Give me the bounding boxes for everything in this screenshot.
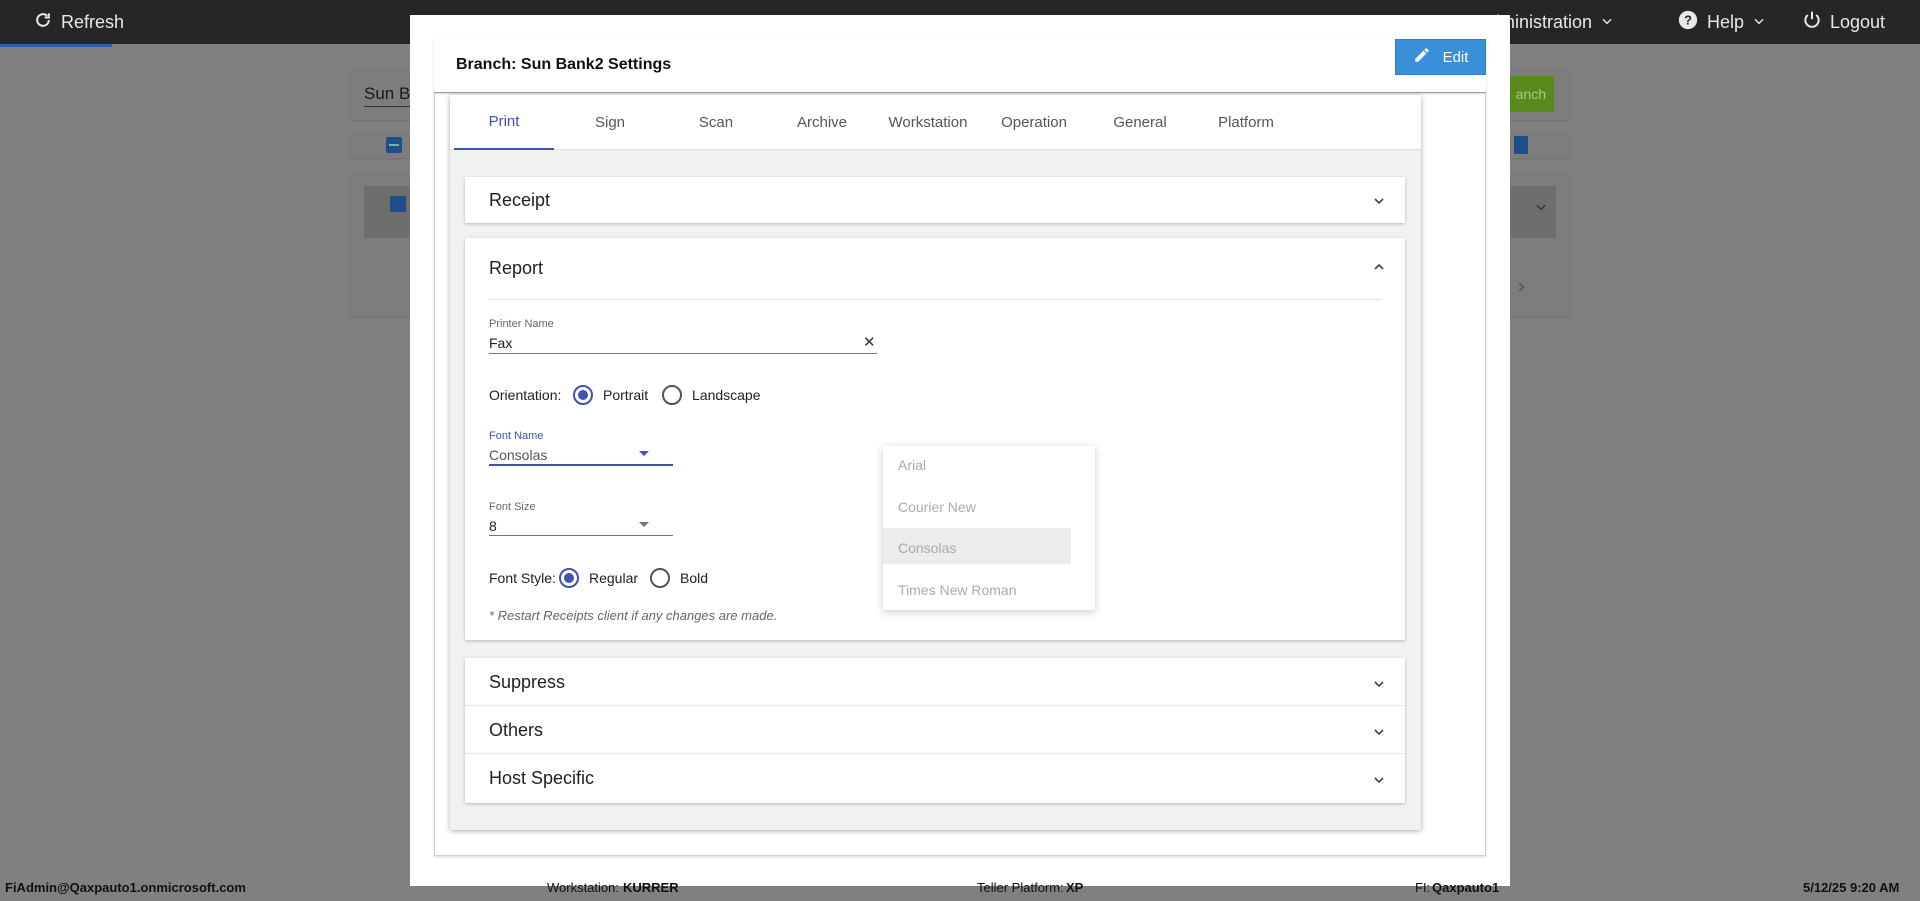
refresh-button[interactable]: Refresh — [33, 0, 124, 44]
host-specific-panel-title: Host Specific — [489, 768, 595, 788]
tab-sign[interactable]: Sign — [560, 95, 660, 150]
edit-button[interactable]: Edit — [1395, 39, 1486, 75]
font-name-options-menu: Arial Courier New Consolas Times New Rom… — [883, 446, 1095, 610]
tab-general[interactable]: General — [1090, 95, 1190, 150]
printer-name-input[interactable]: Fax — [489, 335, 512, 351]
report-panel-title: Report — [489, 258, 544, 278]
font-option-times-new-roman[interactable]: Times New Roman — [898, 582, 1017, 598]
workstation-value: KURRER — [623, 880, 679, 895]
orientation-label: Orientation: — [489, 387, 562, 403]
help-menu[interactable]: ? Help — [1677, 0, 1766, 44]
font-name-label: Font Name — [489, 430, 544, 442]
fi-value: Qaxpauto1 — [1432, 880, 1500, 895]
svg-text:?: ? — [1684, 12, 1692, 27]
portrait-label: Portrait — [603, 387, 649, 403]
dropdown-arrow-icon[interactable] — [639, 451, 649, 456]
tab-platform[interactable]: Platform — [1196, 95, 1296, 150]
dialog-title: Branch: Sun Bank2 Settings — [456, 56, 672, 73]
clear-icon[interactable]: ✕ — [863, 333, 876, 351]
regular-label: Regular — [589, 570, 639, 586]
font-option-arial[interactable]: Arial — [898, 457, 926, 473]
others-panel-header[interactable]: Others — [465, 706, 1405, 754]
power-icon — [1802, 10, 1822, 35]
font-size-label: Font Size — [489, 501, 536, 513]
chevron-down-icon — [1534, 200, 1548, 219]
tab-sign-label: Sign — [594, 114, 626, 131]
tab-scan-label: Scan — [698, 114, 734, 131]
tab-general-label: General — [1113, 114, 1167, 131]
tab-platform-label: Platform — [1218, 114, 1274, 131]
refresh-icon — [33, 10, 53, 35]
suppress-panel-title: Suppress — [489, 672, 566, 692]
font-option-courier-new[interactable]: Courier New — [898, 499, 976, 515]
loading-progress-bar — [0, 44, 112, 47]
logout-button[interactable]: Logout — [1802, 0, 1885, 44]
chevron-down-icon — [1371, 772, 1387, 788]
collapsed-panels-group: Suppress Others Host Specific — [465, 658, 1405, 803]
landscape-label: Landscape — [692, 387, 761, 403]
teller-platform-value: XP — [1066, 880, 1084, 895]
font-size-underline — [489, 535, 673, 536]
chevron-right-icon — [1514, 280, 1528, 299]
host-specific-panel-header[interactable]: Host Specific — [465, 754, 1405, 803]
bold-label: Bold — [680, 570, 709, 586]
restart-note: * Restart Receipts client if any changes… — [489, 608, 778, 623]
tab-operation[interactable]: Operation — [984, 95, 1084, 150]
help-icon: ? — [1677, 9, 1699, 36]
teller-platform-label: Teller Platform: — [977, 880, 1064, 895]
portrait-radio[interactable] — [573, 385, 593, 405]
tab-workstation[interactable]: Workstation — [878, 95, 978, 150]
tab-archive-label: Archive — [796, 114, 848, 131]
tab-workstation-label: Workstation — [888, 114, 968, 131]
fi-label: FI: — [1415, 880, 1431, 895]
chevron-up-icon — [1371, 259, 1387, 275]
tab-print[interactable]: Print — [454, 95, 554, 150]
refresh-label: Refresh — [61, 11, 125, 32]
receipt-panel-header[interactable]: Receipt — [465, 177, 1405, 223]
font-style-label: Font Style: — [489, 570, 556, 586]
logout-label: Logout — [1830, 11, 1886, 32]
tab-print-label: Print — [488, 113, 520, 130]
workstation-label: Workstation: — [547, 880, 620, 895]
landscape-radio[interactable] — [662, 385, 682, 405]
chevron-down-icon — [1752, 12, 1766, 33]
receipt-panel-title: Receipt — [489, 190, 551, 210]
chevron-down-icon — [1371, 676, 1387, 692]
status-bar: FiAdmin@Qaxpauto1.onmicrosoft.com Workst… — [0, 876, 1920, 901]
font-name-select[interactable]: Consolas — [489, 447, 547, 463]
font-option-consolas[interactable]: Consolas — [898, 540, 956, 556]
background-checked-checkbox — [390, 196, 406, 212]
font-size-select[interactable]: 8 — [489, 518, 497, 534]
bold-radio[interactable] — [650, 568, 670, 588]
tab-archive[interactable]: Archive — [772, 95, 872, 150]
printer-name-label: Printer Name — [489, 318, 554, 330]
pencil-icon — [1413, 46, 1431, 68]
background-minus-checkbox — [386, 137, 402, 153]
dialog-header: Branch: Sun Bank2 Settings Edit — [434, 36, 1486, 93]
help-label: Help — [1707, 11, 1745, 32]
settings-tabs: Print Sign Scan Archive Workstation Oper… — [450, 95, 1421, 150]
others-panel-title: Others — [489, 720, 544, 740]
regular-radio[interactable] — [559, 568, 579, 588]
tab-scan[interactable]: Scan — [666, 95, 766, 150]
report-panel-divider — [489, 299, 1381, 300]
background-add-branch-label: anch — [1515, 86, 1546, 102]
chevron-down-icon — [1371, 724, 1387, 740]
printer-name-underline — [489, 353, 877, 354]
trash-icon — [1514, 136, 1528, 154]
branch-settings-dialog: Branch: Sun Bank2 Settings Edit Print Si… — [410, 15, 1510, 886]
dropdown-arrow-icon[interactable] — [639, 522, 649, 527]
edit-label: Edit — [1442, 48, 1469, 66]
chevron-down-icon — [1600, 12, 1614, 33]
current-user: FiAdmin@Qaxpauto1.onmicrosoft.com — [5, 880, 246, 895]
chevron-down-icon — [1371, 193, 1387, 209]
font-name-underline — [489, 464, 673, 466]
suppress-panel-header[interactable]: Suppress — [465, 658, 1405, 706]
date-time: 5/12/25 9:20 AM — [1803, 880, 1900, 895]
tab-operation-label: Operation — [1001, 114, 1067, 131]
report-panel-header[interactable]: Report — [465, 238, 1405, 299]
